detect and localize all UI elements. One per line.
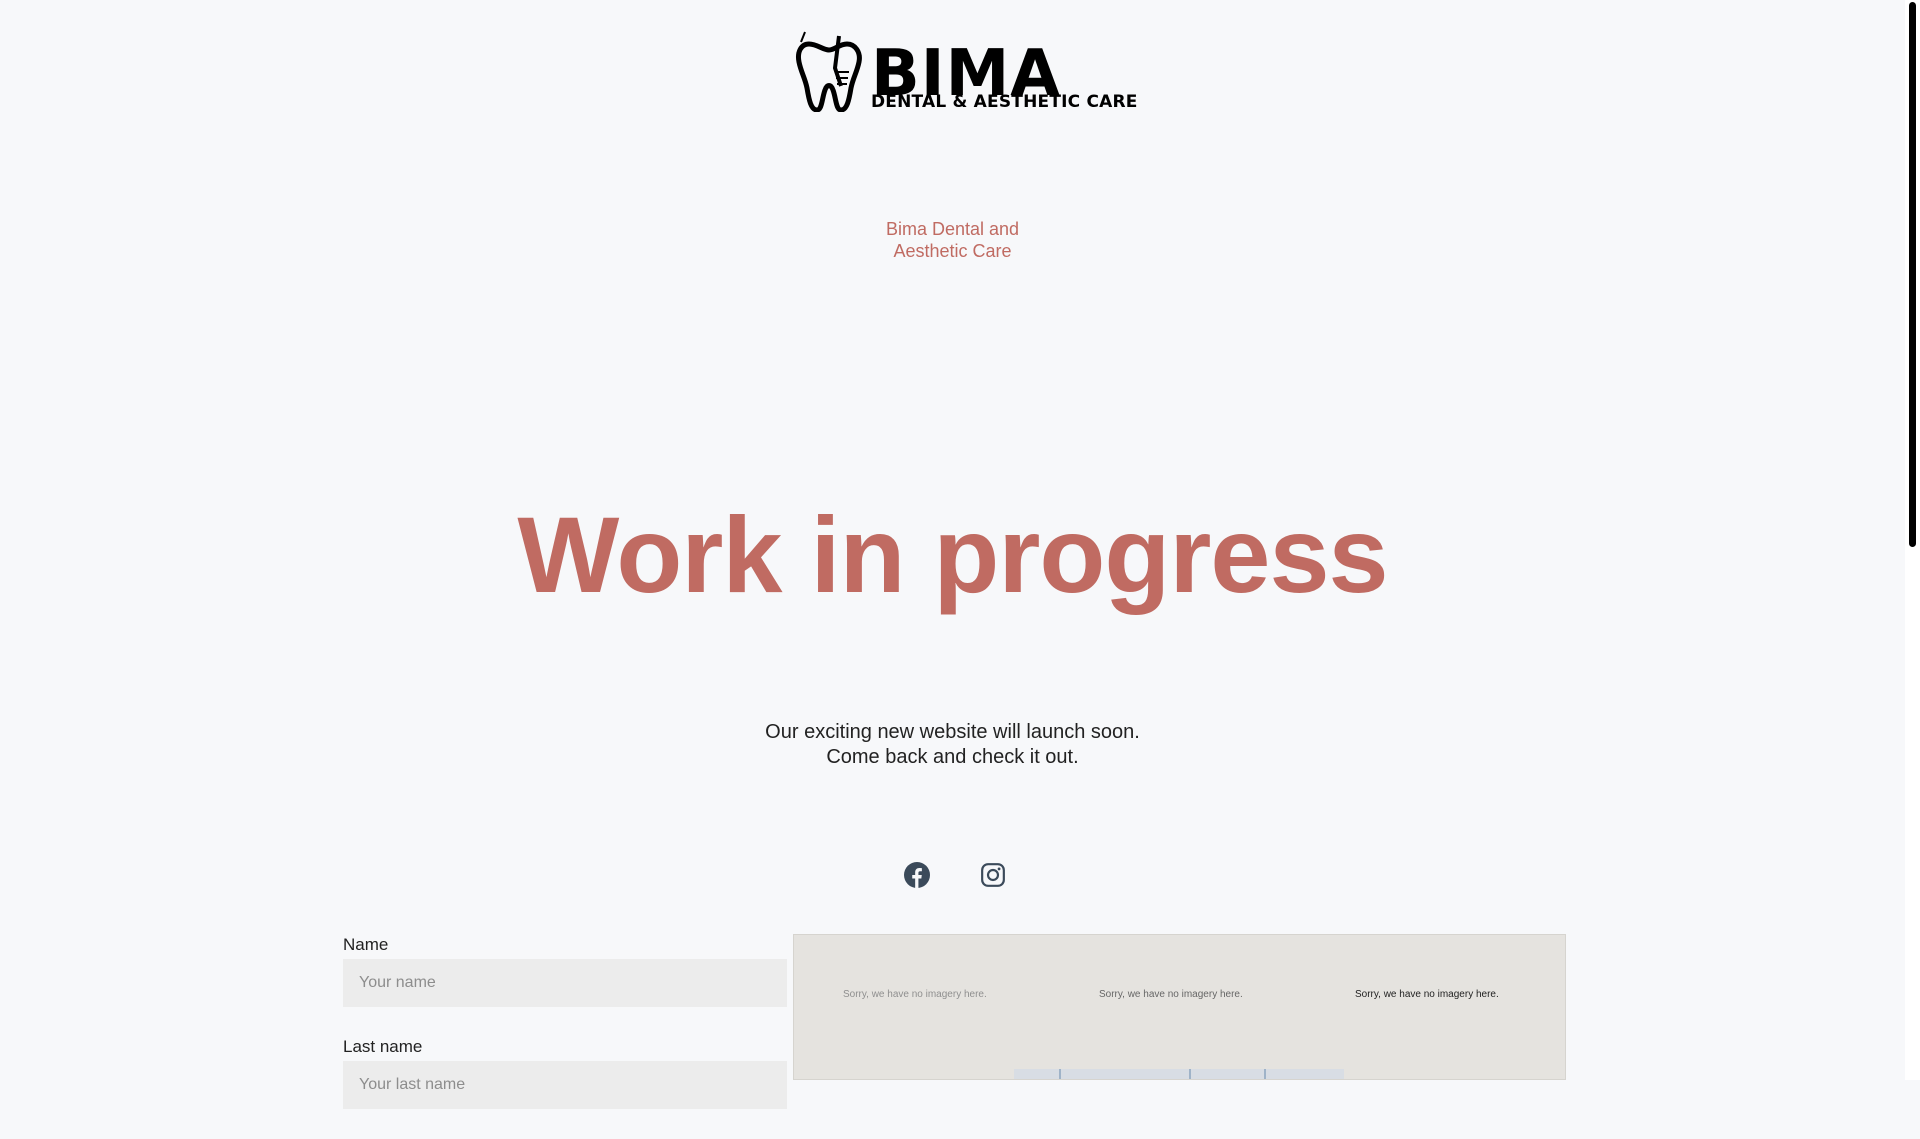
social-links	[0, 862, 1905, 888]
map-road	[1189, 1069, 1191, 1079]
map-embed[interactable]: Sorry, we have no imagery here. Sorry, w…	[793, 934, 1566, 1080]
site-subtitle: Bima Dental and Aesthetic Care	[0, 218, 1905, 262]
tooth-logo-icon	[796, 31, 862, 112]
contact-form: Name Last name	[343, 935, 787, 1139]
page: BIMA DENTAL & AESTHETIC CARE Bima Dental…	[0, 0, 1905, 1109]
subtitle-line-2: Aesthetic Care	[893, 241, 1012, 261]
page-headline: Work in progress	[517, 494, 1388, 615]
scrollbar[interactable]	[1905, 0, 1920, 1080]
subtitle-line-1: Bima Dental and	[885, 219, 1020, 239]
map-road	[1264, 1069, 1266, 1079]
lead-line-2: Come back and check it out.	[826, 746, 1079, 768]
map-road	[1059, 1069, 1061, 1079]
last-name-label: Last name	[343, 1037, 423, 1056]
map-tile	[1014, 1069, 1344, 1079]
map-tile-message: Sorry, we have no imagery here.	[1099, 989, 1243, 1000]
instagram-icon[interactable]	[980, 862, 1006, 888]
scrollbar-thumb[interactable]	[1909, 2, 1916, 547]
logo-tagline: DENTAL & AESTHETIC CARE	[871, 92, 1138, 112]
last-name-input[interactable]	[343, 1061, 787, 1109]
logo: BIMA DENTAL & AESTHETIC CARE	[795, 28, 1137, 116]
lead-line-1: Our exciting new website will launch soo…	[765, 721, 1140, 743]
lead-text: Our exciting new website will launch soo…	[0, 720, 1905, 770]
facebook-icon[interactable]	[904, 862, 930, 888]
name-input[interactable]	[343, 959, 787, 1007]
name-label: Name	[343, 935, 389, 954]
map-tile-message: Sorry, we have no imagery here.	[1355, 989, 1499, 1000]
map-tile-message: Sorry, we have no imagery here.	[843, 989, 987, 1000]
